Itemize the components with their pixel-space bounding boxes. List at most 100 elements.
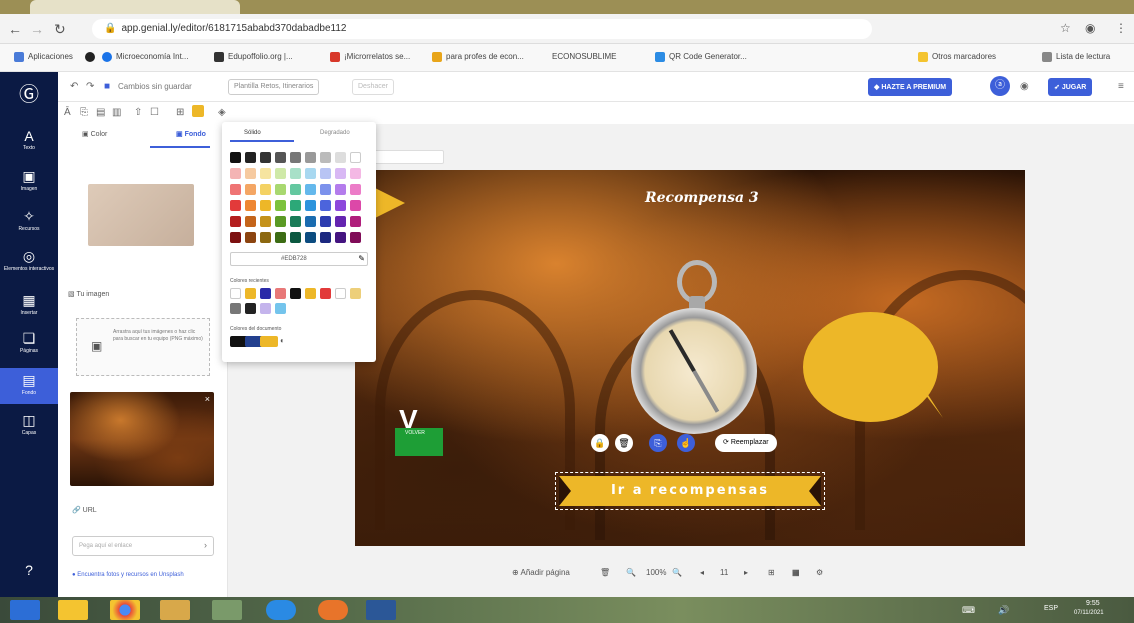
- rail-item-insert[interactable]: ▦ Insertar: [0, 288, 58, 324]
- chrome-icon[interactable]: [110, 600, 140, 620]
- uploaded-image-thumbnail[interactable]: ×: [70, 392, 214, 486]
- bookmark-item[interactable]: Edupoffolio.org |...: [214, 52, 293, 62]
- play-button[interactable]: ➶ JUGAR: [1048, 78, 1093, 96]
- color-swatch[interactable]: [275, 232, 286, 243]
- upload-dropzone[interactable]: ▣ Arrastra aquí tus imágenes o haz clic …: [76, 318, 210, 376]
- color-swatch[interactable]: [260, 232, 271, 243]
- word-icon[interactable]: [366, 600, 396, 620]
- color-swatch[interactable]: [290, 152, 301, 163]
- keyboard-icon[interactable]: ⌨: [962, 605, 975, 616]
- undo-pill[interactable]: Deshacer: [352, 79, 394, 95]
- settings-icon[interactable]: ⚙: [816, 568, 823, 577]
- rail-item-text[interactable]: A Texto: [0, 124, 58, 160]
- bookmark-item[interactable]: para profes de econ...: [432, 52, 524, 62]
- back-icon[interactable]: ←: [8, 21, 22, 37]
- recent-color-swatch[interactable]: [305, 288, 316, 299]
- delete-page-icon[interactable]: 🗑: [600, 568, 610, 577]
- color-swatch[interactable]: [320, 232, 331, 243]
- color-swatch[interactable]: [290, 216, 301, 227]
- next-page-icon[interactable]: ▸: [744, 568, 748, 577]
- menu-icon[interactable]: ⋮: [1115, 21, 1127, 35]
- color-swatch[interactable]: [275, 216, 286, 227]
- color-swatch[interactable]: [320, 168, 331, 179]
- delete-control[interactable]: 🗑: [615, 434, 633, 452]
- url-paste-input[interactable]: Pega aquí el enlace ›: [72, 536, 214, 556]
- color-swatch[interactable]: [260, 152, 271, 163]
- color-swatch[interactable]: [245, 168, 256, 179]
- text-format-icon[interactable]: Ā: [64, 107, 71, 118]
- recent-color-swatch[interactable]: [260, 288, 271, 299]
- preview-eye-icon[interactable]: ◉: [1020, 81, 1029, 92]
- color-swatch[interactable]: [305, 200, 316, 211]
- color-swatch[interactable]: [350, 184, 361, 195]
- url-input[interactable]: 🔒 app.genial.ly/editor/6181715ababd370dab…: [92, 19, 872, 39]
- color-swatch[interactable]: [335, 200, 346, 211]
- color-swatch[interactable]: [260, 200, 271, 211]
- save-icon[interactable]: ■: [104, 81, 110, 92]
- volume-icon[interactable]: 🔊: [998, 605, 1009, 616]
- tab-background[interactable]: ▣ Fondo: [176, 130, 206, 138]
- zoom-in-icon[interactable]: 🔍: [672, 568, 682, 577]
- color-swatch[interactable]: [275, 200, 286, 211]
- copy-control[interactable]: ⎘: [649, 434, 667, 452]
- distribute-icon[interactable]: ▥: [112, 107, 121, 118]
- color-swatch[interactable]: [305, 216, 316, 227]
- color-swatch[interactable]: [350, 168, 361, 179]
- help-button[interactable]: ?: [0, 562, 58, 578]
- background-preview[interactable]: [88, 184, 194, 246]
- unsplash-link[interactable]: ● Encuentra fotos y recursos en Unsplash: [72, 572, 184, 578]
- bookmark-item[interactable]: ¡Microrrelatos se...: [330, 52, 410, 62]
- lock-control[interactable]: 🔒: [591, 434, 609, 452]
- color-swatch[interactable]: [320, 216, 331, 227]
- zoom-out-icon[interactable]: 🔍: [626, 568, 636, 577]
- color-swatch[interactable]: [335, 168, 346, 179]
- color-swatch[interactable]: [260, 216, 271, 227]
- premium-button[interactable]: ◆ HAZTE A PREMIUM: [868, 78, 953, 96]
- color-swatch[interactable]: [335, 152, 346, 163]
- interactivity-control[interactable]: ☝: [677, 434, 695, 452]
- browser-tab[interactable]: [30, 0, 240, 14]
- rail-item-background[interactable]: ▤ Fondo: [0, 368, 58, 404]
- color-swatch[interactable]: [275, 168, 286, 179]
- rail-item-layers[interactable]: ◫ Capas: [0, 408, 58, 444]
- color-swatch[interactable]: [275, 184, 286, 195]
- align-icon[interactable]: ▤: [96, 107, 105, 118]
- color-swatch[interactable]: [350, 200, 361, 211]
- recent-color-swatch[interactable]: [260, 303, 271, 314]
- color-swatch[interactable]: [335, 232, 346, 243]
- fill-color-icon[interactable]: [192, 105, 204, 117]
- color-swatch[interactable]: [245, 152, 256, 163]
- color-swatch[interactable]: [350, 216, 361, 227]
- compass-image[interactable]: [631, 308, 757, 434]
- color-swatch[interactable]: [230, 152, 241, 163]
- frame-icon[interactable]: ☐: [150, 107, 159, 118]
- go-to-rewards-button[interactable]: Ir a recompensas: [559, 476, 821, 506]
- layers-icon[interactable]: ◈: [218, 107, 226, 118]
- recent-color-swatch[interactable]: [320, 288, 331, 299]
- profile-icon[interactable]: ◉: [1085, 21, 1095, 35]
- firefox-icon[interactable]: [318, 600, 348, 620]
- recent-color-swatch[interactable]: [245, 303, 256, 314]
- reward-title[interactable]: Recompensa 3: [645, 190, 759, 206]
- star-icon[interactable]: ☆: [1060, 21, 1071, 35]
- speech-bubble[interactable]: [803, 312, 938, 422]
- hex-input[interactable]: #EDB728 ✎: [230, 252, 368, 266]
- grid-view-icon[interactable]: ⊞: [768, 568, 775, 577]
- app-icon[interactable]: [160, 600, 190, 620]
- recent-color-swatch[interactable]: [275, 288, 286, 299]
- template-name-field[interactable]: Plantilla Retos, Itinerarios: [228, 79, 320, 95]
- bookmark-item[interactable]: Aplicaciones: [14, 52, 73, 62]
- color-swatch[interactable]: [320, 184, 331, 195]
- color-swatch[interactable]: [335, 216, 346, 227]
- rail-item-pages[interactable]: ❏ Páginas: [0, 326, 58, 362]
- rail-item-image[interactable]: ▣ Imagen: [0, 164, 58, 200]
- close-icon[interactable]: ×: [205, 394, 210, 404]
- tab-solid[interactable]: Sólido: [244, 130, 261, 136]
- start-icon[interactable]: [10, 600, 40, 620]
- color-swatch[interactable]: [305, 184, 316, 195]
- bookmark-item[interactable]: Otros marcadores: [918, 52, 996, 62]
- color-swatch[interactable]: [290, 200, 301, 211]
- grid-icon[interactable]: ⊞: [176, 107, 184, 118]
- recent-color-swatch[interactable]: [290, 288, 301, 299]
- color-swatch[interactable]: [290, 184, 301, 195]
